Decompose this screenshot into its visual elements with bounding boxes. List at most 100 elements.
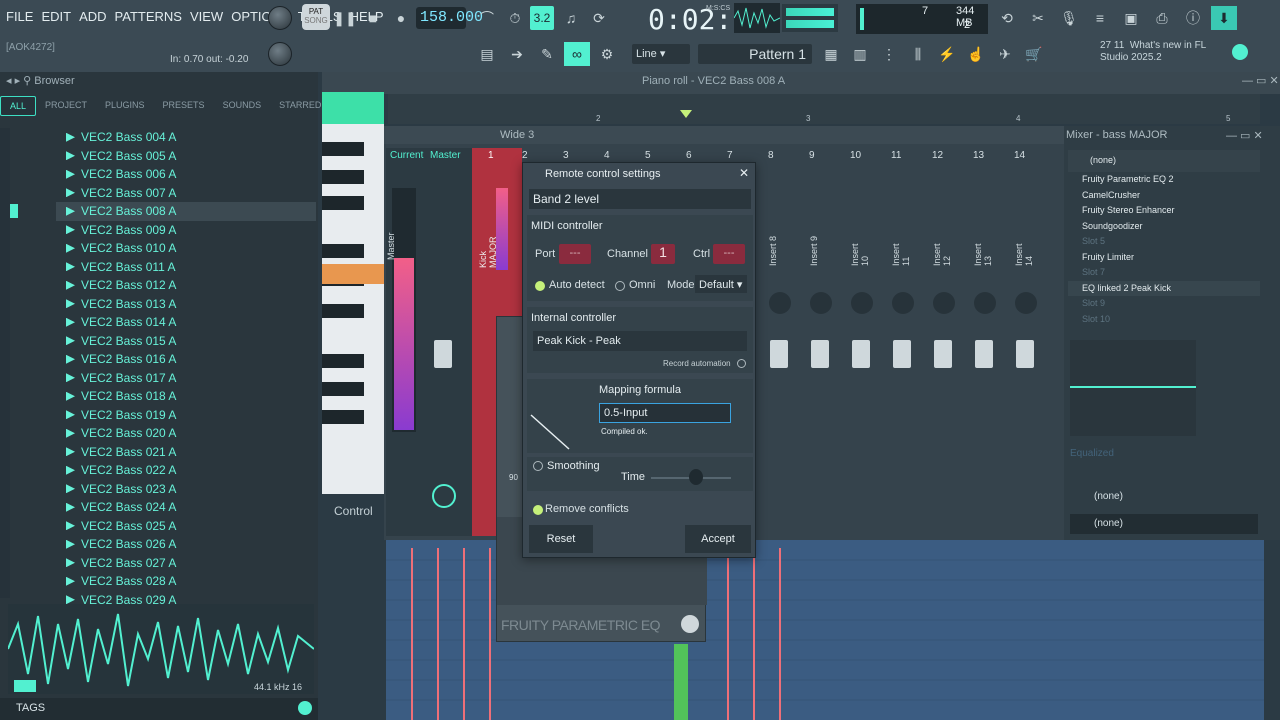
settings-icon[interactable]: ≡ xyxy=(1087,6,1113,30)
insert-pan-knob[interactable] xyxy=(851,292,873,314)
browser-file-item[interactable]: VEC2 Bass 009 A xyxy=(66,221,316,240)
insert-strip[interactable]: Insert 11 xyxy=(891,186,925,536)
window-controls[interactable]: — ▭ ✕ xyxy=(1242,74,1279,87)
mixer-window-icon[interactable]: ⫼ xyxy=(905,42,931,66)
news-panel[interactable]: 27 11 What's new in FL Studio 2025.2 xyxy=(1100,40,1206,64)
playhead-marker[interactable] xyxy=(680,110,692,118)
effect-slot[interactable]: Fruity Limiter xyxy=(1068,250,1260,266)
touch-icon[interactable]: ☝ xyxy=(963,42,989,66)
remove-conflicts-radio[interactable] xyxy=(533,505,543,515)
browser-file-item[interactable]: VEC2 Bass 028 A xyxy=(66,572,316,591)
master-volume-knob[interactable] xyxy=(268,6,292,30)
playlist-window-icon[interactable]: ▦ xyxy=(818,42,844,66)
render-icon[interactable]: ⎙ xyxy=(1149,6,1175,30)
play-sample-button[interactable] xyxy=(14,680,36,692)
mixer-icon[interactable]: ⚙ xyxy=(594,42,620,66)
arrow-right-icon[interactable]: ➔ xyxy=(504,42,530,66)
insert-strip[interactable]: Insert 12 xyxy=(932,186,966,536)
insert-pan-knob[interactable] xyxy=(769,292,791,314)
insert-pan-knob[interactable] xyxy=(974,292,996,314)
insert-fader[interactable] xyxy=(975,340,993,368)
info-icon[interactable]: ⓘ xyxy=(1180,6,1206,30)
browser-file-item[interactable]: VEC2 Bass 026 A xyxy=(66,535,316,554)
send-slot-2[interactable]: (none) xyxy=(1070,514,1258,534)
insert-fader[interactable] xyxy=(934,340,952,368)
channel-field[interactable]: 1 xyxy=(651,244,675,264)
browser-file-item[interactable]: VEC2 Bass 007 A xyxy=(66,184,316,203)
insert-fader[interactable] xyxy=(1016,340,1034,368)
mode-select[interactable]: Default ▾ xyxy=(695,275,747,293)
effect-slot[interactable]: EQ linked 2 Peak Kick xyxy=(1068,280,1260,296)
insert-pan-knob[interactable] xyxy=(1015,292,1037,314)
line-mode-select[interactable]: Line ▾ xyxy=(632,44,690,64)
insert-strip[interactable]: Insert 9 xyxy=(809,186,843,536)
browser-file-item[interactable]: VEC2 Bass 019 A xyxy=(66,406,316,425)
master-pitch-knob[interactable] xyxy=(268,42,292,66)
insert-pan-knob[interactable] xyxy=(933,292,955,314)
port-field[interactable]: --- xyxy=(559,244,591,264)
pattern-select[interactable]: Pattern 1 xyxy=(698,44,812,64)
insert-fader[interactable] xyxy=(811,340,829,368)
formula-input[interactable]: 0.5-Input xyxy=(599,403,731,423)
browser-file-item[interactable]: VEC2 Bass 012 A xyxy=(66,276,316,295)
menu-file[interactable]: FILE xyxy=(6,9,33,24)
browser-file-item[interactable]: VEC2 Bass 022 A xyxy=(66,461,316,480)
browser-file-item[interactable]: VEC2 Bass 018 A xyxy=(66,387,316,406)
browser-file-item[interactable]: VEC2 Bass 008 A xyxy=(56,202,316,221)
cut-icon[interactable]: ✂ xyxy=(1025,6,1051,30)
eq-knob[interactable] xyxy=(681,615,699,633)
browser-file-item[interactable]: VEC2 Bass 024 A xyxy=(66,498,316,517)
insert-fader[interactable] xyxy=(893,340,911,368)
auto-detect-radio[interactable] xyxy=(535,281,545,291)
tab-plugins[interactable]: PLUGINS xyxy=(96,96,154,116)
close-icon[interactable]: ✕ xyxy=(739,166,749,180)
browser-file-item[interactable]: VEC2 Bass 017 A xyxy=(66,369,316,388)
step-edit-icon[interactable]: ♫ xyxy=(558,6,584,30)
insert-pan-knob[interactable] xyxy=(810,292,832,314)
piano-roll-icon[interactable]: ⋮ xyxy=(876,42,902,66)
playlist-icon[interactable]: ▤ xyxy=(474,42,500,66)
effect-slot[interactable]: Slot 9 xyxy=(1068,296,1260,312)
browser-file-item[interactable]: VEC2 Bass 025 A xyxy=(66,517,316,536)
omni-radio[interactable] xyxy=(615,281,625,291)
effect-slot[interactable]: CamelCrusher xyxy=(1068,188,1260,204)
browser-file-item[interactable]: VEC2 Bass 013 A xyxy=(66,295,316,314)
ctrl-field[interactable]: --- xyxy=(713,244,745,264)
browser-file-item[interactable]: VEC2 Bass 020 A xyxy=(66,424,316,443)
tab-current[interactable]: Current xyxy=(390,150,423,161)
effect-slot[interactable]: Slot 10 xyxy=(1068,312,1260,328)
browser-file-item[interactable]: VEC2 Bass 006 A xyxy=(66,165,316,184)
mixer-window-controls[interactable]: — ▭ ✕ xyxy=(1226,129,1263,142)
tab-project[interactable]: PROJECT xyxy=(36,96,96,116)
effect-slot[interactable]: Slot 5 xyxy=(1068,234,1260,250)
globe-icon[interactable] xyxy=(1232,44,1248,60)
menu-patterns[interactable]: PATTERNS xyxy=(115,9,182,24)
master-fader[interactable] xyxy=(434,340,452,368)
timeline-ruler[interactable]: 2 3 4 5 xyxy=(388,94,1260,124)
reset-button[interactable]: Reset xyxy=(529,525,593,553)
browser-file-item[interactable]: VEC2 Bass 027 A xyxy=(66,554,316,573)
effect-slot[interactable]: Soundgoodizer xyxy=(1068,219,1260,235)
time-slider-handle[interactable] xyxy=(689,469,703,485)
metronome-icon[interactable]: ⌒ xyxy=(474,6,500,30)
insert-strip[interactable]: Insert 13 xyxy=(973,186,1007,536)
loop-record-icon[interactable]: ⟳ xyxy=(586,6,612,30)
mixer-width-label[interactable]: Wide 3 xyxy=(500,129,534,141)
internal-controller-select[interactable]: Peak Kick - Peak xyxy=(533,331,747,351)
browser-scrollbar[interactable] xyxy=(0,128,10,598)
insert-pan-knob[interactable] xyxy=(892,292,914,314)
insert-strip[interactable]: Insert 10 xyxy=(850,186,884,536)
browser-file-item[interactable]: VEC2 Bass 011 A xyxy=(66,258,316,277)
effect-slot[interactable]: Fruity Parametric EQ 2 xyxy=(1068,172,1260,188)
accept-button[interactable]: Accept xyxy=(685,525,751,553)
browser-file-item[interactable]: VEC2 Bass 015 A xyxy=(66,332,316,351)
pause-button[interactable]: ❚❚ xyxy=(332,6,358,30)
undo-history-icon[interactable]: ⟲ xyxy=(994,6,1020,30)
menu-add[interactable]: ADD xyxy=(79,9,106,24)
smoothing-radio[interactable] xyxy=(533,461,543,471)
record-automation-radio[interactable] xyxy=(737,359,746,368)
browser-file-item[interactable]: VEC2 Bass 004 A xyxy=(66,128,316,147)
effect-slot[interactable]: Fruity Stereo Enhancer xyxy=(1068,203,1260,219)
wait-icon[interactable]: ⏱ xyxy=(502,6,528,30)
plugin-icon[interactable]: ⚡ xyxy=(934,42,960,66)
